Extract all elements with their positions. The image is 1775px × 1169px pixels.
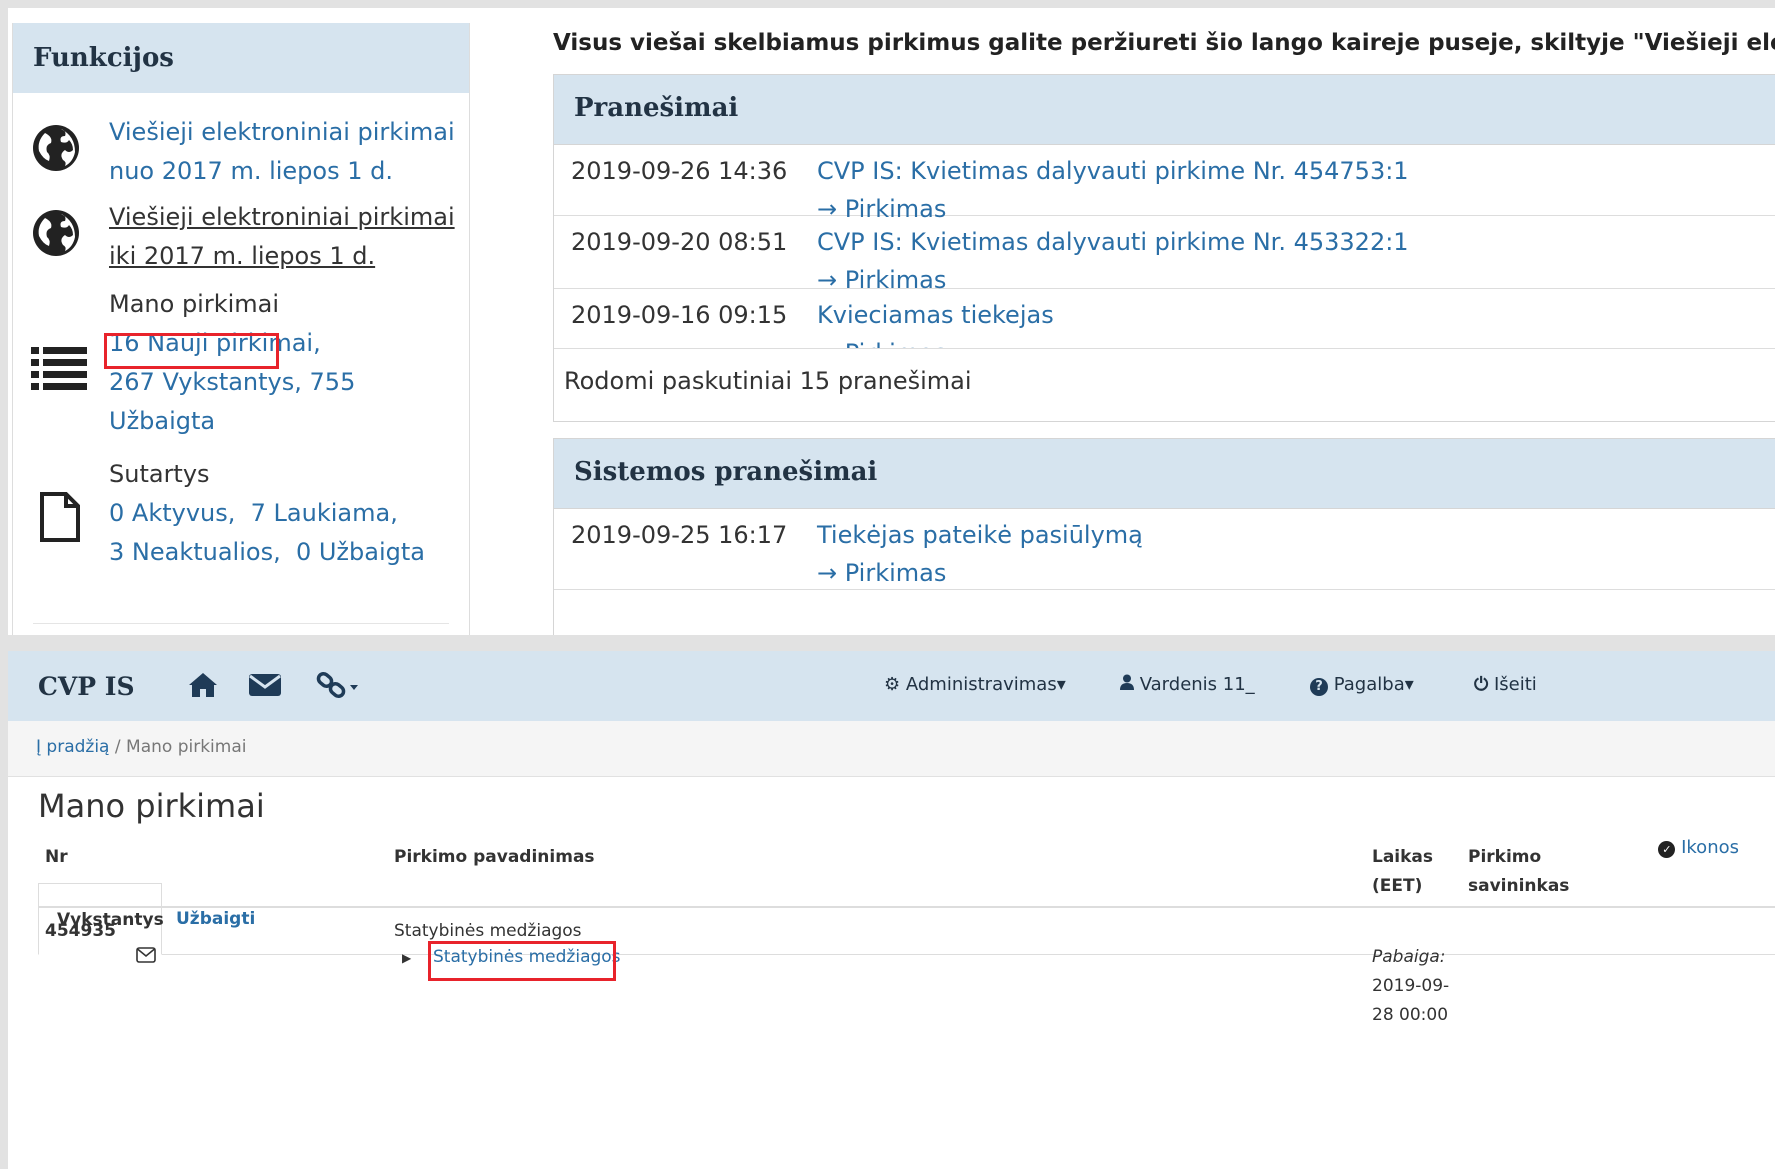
finished-purchases-link[interactable]: Užbaigta <box>109 402 355 441</box>
header-owner[interactable]: Pirkimo savininkas <box>1468 843 1569 901</box>
system-notifications-panel: Sistemos pranešimai 2019-09-25 16:17 Tie… <box>553 438 1775 635</box>
sidebar-divider <box>33 623 449 624</box>
brand-logo[interactable]: CVP IS <box>38 672 135 701</box>
sidebar-item-my-purchases: Mano pirkimai 16 Nauji pirkimai, 267 Vyk… <box>13 285 469 455</box>
top-navbar: CVP IS ⚙ Administravimas▾ Vardenis 11_ ?… <box>8 651 1775 721</box>
contracts-block: Sutartys 0 Aktyvus, 7 Laukiama, 3 Neaktu… <box>109 455 425 572</box>
link-dropdown-icon[interactable] <box>316 671 358 701</box>
system-notification-date: 2019-09-25 16:17 <box>571 521 788 549</box>
sidebar-item-public-old: Viešieji elektroniniai pirkimai iki 2017… <box>13 198 469 283</box>
notification-title-link[interactable]: Kvieciamas tiekejas <box>817 301 1054 329</box>
contracts-finished-link[interactable]: 0 Užbaigta <box>296 538 425 566</box>
contracts-label: Sutartys <box>109 460 210 488</box>
notifications-heading: Pranešimai <box>554 75 1775 145</box>
header-owner-line1: Pirkimo <box>1468 847 1542 867</box>
icons-toggle[interactable]: ✓ Ikonos <box>1658 837 1739 858</box>
nav-help-label: Pagalba <box>1333 674 1405 695</box>
notification-row: 2019-09-20 08:51 CVP IS: Kvietimas dalyv… <box>554 216 1775 294</box>
nav-logout-label: Išeiti <box>1493 674 1537 695</box>
notification-title-link[interactable]: CVP IS: Kvietimas dalyvauti pirkime Nr. … <box>817 228 1409 256</box>
notification-title-link[interactable]: CVP IS: Kvietimas dalyvauti pirkime Nr. … <box>817 157 1409 185</box>
page-title: Mano pirkimai <box>38 787 265 825</box>
public-old-line2[interactable]: iki 2017 m. liepos 1 d. <box>109 237 455 276</box>
header-nr[interactable]: Nr <box>45 843 68 872</box>
question-circle-icon: ? <box>1310 678 1328 696</box>
public-old-line1[interactable]: Viešieji elektroniniai pirkimai <box>109 198 455 237</box>
intro-text: Visus viešai skelbiamus pirkimus galite … <box>553 30 1775 56</box>
breadcrumb-separator: / <box>109 737 127 757</box>
caret-right-icon[interactable]: ▶ <box>402 951 411 965</box>
nav-user-label: Vardenis 11_ <box>1139 674 1255 695</box>
nav-administration-label: Administravimas <box>905 674 1057 695</box>
header-owner-line2: savininkas <box>1468 876 1570 896</box>
contracts-active-link[interactable]: 0 Aktyvus, <box>109 499 235 527</box>
notification-row: 2019-09-16 09:15 Kvieciamas tiekejas → P… <box>554 289 1775 349</box>
system-notification-title-link[interactable]: Tiekėjas pateikė pasiūlymą <box>817 521 1143 549</box>
functions-sidebar: Funkcijos Viešieji elektroniniai pirkima… <box>12 23 470 635</box>
nav-user[interactable]: Vardenis 11_ <box>1120 674 1255 695</box>
row-end-time: Pabaiga: 2019-09- 28 00:00 <box>1372 943 1449 1030</box>
notification-date: 2019-09-20 08:51 <box>571 228 788 256</box>
header-name[interactable]: Pirkimo pavadinimas <box>394 843 595 872</box>
home-icon[interactable] <box>188 671 218 701</box>
system-notification-row: 2019-09-25 16:17 Tiekėjas pateikė pasiūl… <box>554 509 1775 590</box>
row-nr: 454935 <box>45 921 116 941</box>
bottom-screenshot: CVP IS ⚙ Administravimas▾ Vardenis 11_ ?… <box>8 651 1775 1169</box>
nav-logout[interactable]: ⏻ Išeiti <box>1474 674 1537 695</box>
notification-date: 2019-09-16 09:15 <box>571 301 788 329</box>
public-purchases-new-link[interactable]: Viešieji elektroniniai pirkimai nuo 2017… <box>109 113 455 191</box>
highlight-box-ongoing <box>104 333 279 369</box>
public-new-line1[interactable]: Viešieji elektroniniai pirkimai <box>109 113 455 152</box>
ongoing-purchases-link[interactable]: 267 Vykstantys, <box>109 368 302 396</box>
user-icon <box>1120 674 1134 695</box>
list-icon <box>31 345 87 397</box>
caret-down-icon: ▾ <box>1404 674 1414 695</box>
globe-icon <box>31 123 81 177</box>
envelope-icon[interactable] <box>248 671 282 701</box>
row-end-line1: 2019-09- <box>1372 976 1450 996</box>
breadcrumb-home-link[interactable]: Į pradžią <box>36 737 109 757</box>
sidebar-item-contracts: Sutartys 0 Aktyvus, 7 Laukiama, 3 Neaktu… <box>13 455 469 590</box>
header-time-line2: (EET) <box>1372 876 1423 896</box>
contracts-inactive-link[interactable]: 3 Neaktualios, <box>109 538 281 566</box>
sidebar-item-public-new: Viešieji elektroniniai pirkimai nuo 2017… <box>13 113 469 198</box>
chevron-circle-icon: ✓ <box>1658 841 1676 858</box>
row-end-label: Pabaiga: <box>1372 947 1446 967</box>
finished-count-link[interactable]: 755 <box>310 368 356 396</box>
public-purchases-old-link[interactable]: Viešieji elektroniniai pirkimai iki 2017… <box>109 198 455 276</box>
header-time[interactable]: Laikas (EET) <box>1372 843 1433 901</box>
table-header-divider <box>38 906 1775 908</box>
notifications-panel: Pranešimai 2019-09-26 14:36 CVP IS: Kvie… <box>553 74 1775 422</box>
gear-icon: ⚙ <box>884 674 901 695</box>
my-purchases-label: Mano pirkimai <box>109 290 280 318</box>
tab-finished[interactable]: Užbaigti <box>158 883 273 955</box>
caret-down-icon: ▾ <box>1056 674 1066 695</box>
highlight-box-lot <box>428 941 616 981</box>
row-end-line2: 28 00:00 <box>1372 1005 1449 1025</box>
sidebar-heading: Funkcijos <box>13 23 469 93</box>
breadcrumb: Į pradžią / Mano pirkimai <box>8 721 1775 777</box>
nav-administration[interactable]: ⚙ Administravimas▾ <box>884 674 1066 695</box>
breadcrumb-current: Mano pirkimai <box>126 737 247 757</box>
system-notifications-heading: Sistemos pranešimai <box>554 439 1775 509</box>
file-icon <box>39 491 81 547</box>
nav-help[interactable]: ? Pagalba▾ <box>1310 674 1414 696</box>
notification-date: 2019-09-26 14:36 <box>571 157 788 185</box>
top-screenshot: Funkcijos Viešieji elektroniniai pirkima… <box>8 8 1775 635</box>
system-notification-purchase-link[interactable]: → Pirkimas <box>817 559 946 587</box>
notification-row: 2019-09-26 14:36 CVP IS: Kvietimas dalyv… <box>554 145 1775 223</box>
main-content: Visus viešai skelbiamus pirkimus galite … <box>553 8 1775 635</box>
envelope-outline-icon[interactable] <box>136 947 156 967</box>
public-new-line2[interactable]: nuo 2017 m. liepos 1 d. <box>109 152 455 191</box>
globe-icon <box>31 208 81 262</box>
contracts-waiting-link[interactable]: 7 Laukiama, <box>251 499 398 527</box>
screenshot-frame: Funkcijos Viešieji elektroniniai pirkima… <box>0 0 1775 1169</box>
notifications-footer: Rodomi paskutiniai 15 pranešimai <box>564 367 972 395</box>
icons-toggle-label[interactable]: Ikonos <box>1681 837 1739 858</box>
power-icon: ⏻ <box>1474 674 1489 695</box>
notification-purchase-link[interactable]: → Pirkimas <box>817 339 946 348</box>
header-time-line1: Laikas <box>1372 847 1434 867</box>
